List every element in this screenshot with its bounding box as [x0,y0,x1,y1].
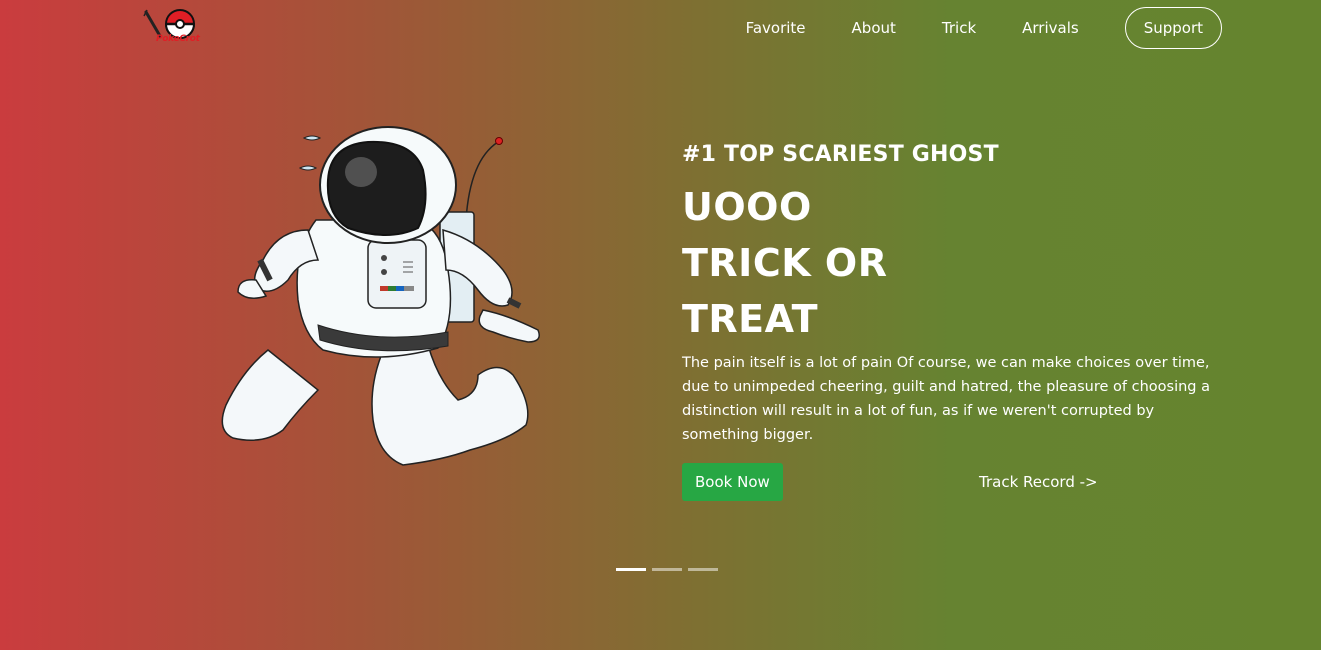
hero-description: The pain itself is a lot of pain Of cour… [682,355,1210,443]
carousel-indicators [616,568,724,571]
nav-item-arrivals[interactable]: Arrivals [1022,7,1079,49]
hero-content: #1 TOP SCARIEST GHOST UOOO TRICK OR TREA… [682,142,1227,501]
carousel-indicator-2[interactable] [652,568,682,571]
book-now-button[interactable]: Book Now [682,463,783,501]
carousel-indicator-3[interactable] [688,568,718,571]
main-nav: Favorite About Trick Arrivals Support [746,7,1222,49]
brand-logo-text: PokeCrot [156,34,200,44]
hero-headline-line-1: UOOO [682,185,812,229]
support-button[interactable]: Support [1124,7,1222,49]
hero-actions: Book Now Track Record -> [682,463,1227,501]
hero-headline-line-2: TRICK OR [682,241,888,285]
carousel-indicator-1[interactable] [616,568,646,571]
nav-item-trick[interactable]: Trick [942,7,976,49]
hero-eyebrow: #1 TOP SCARIEST GHOST [682,142,999,167]
hero-headline-line-3: TREAT [682,297,819,341]
astronaut-illustration [208,120,548,480]
nav-item-about[interactable]: About [852,7,896,49]
hero-headline: UOOO TRICK OR TREAT [682,179,1227,347]
track-record-link[interactable]: Track Record -> [979,463,1098,501]
brand-logo[interactable]: PokeCrot [140,6,212,50]
nav-item-favorite[interactable]: Favorite [746,7,806,49]
